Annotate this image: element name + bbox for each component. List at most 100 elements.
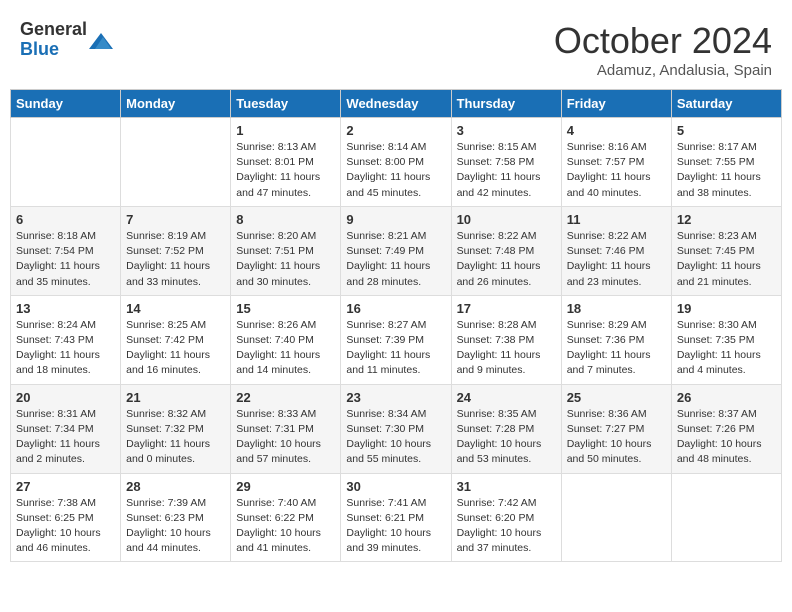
day-number: 1 xyxy=(236,123,335,138)
day-info: Sunrise: 8:14 AM Sunset: 8:00 PM Dayligh… xyxy=(346,140,445,201)
day-of-week-header: Monday xyxy=(121,90,231,118)
day-info: Sunrise: 7:42 AM Sunset: 6:20 PM Dayligh… xyxy=(457,496,556,557)
calendar-cell: 28Sunrise: 7:39 AM Sunset: 6:23 PM Dayli… xyxy=(121,473,231,562)
day-number: 18 xyxy=(567,301,666,316)
calendar-cell xyxy=(671,473,781,562)
calendar-cell: 8 Sunrise: 8:20 AM Sunset: 7:51 PM Daylig… xyxy=(231,206,341,295)
title-block: October 2024 Adamuz, Andalusia, Spain xyxy=(554,20,772,79)
calendar-week-row: 6Sunrise: 8:18 AM Sunset: 7:54 PM Daylig… xyxy=(11,206,782,295)
day-number: 22 xyxy=(236,390,335,405)
day-number: 15 xyxy=(236,301,335,316)
logo-blue-text: Blue xyxy=(20,40,87,60)
day-number: 27 xyxy=(16,479,115,494)
calendar-week-row: 13 Sunrise: 8:24 AM Sunset: 7:43 PM Dayli… xyxy=(11,295,782,384)
calendar-cell: 2 Sunrise: 8:14 AM Sunset: 8:00 PM Daylig… xyxy=(341,118,451,207)
day-info: Sunrise: 7:40 AM Sunset: 6:22 PM Dayligh… xyxy=(236,496,335,557)
day-number: 29 xyxy=(236,479,335,494)
calendar-cell: 17 Sunrise: 8:28 AM Sunset: 7:38 PM Dayli… xyxy=(451,295,561,384)
day-number: 11 xyxy=(567,212,666,227)
calendar-table: SundayMondayTuesdayWednesdayThursdayFrid… xyxy=(10,89,782,562)
calendar-cell: 19Sunrise: 8:30 AM Sunset: 7:35 PM Dayli… xyxy=(671,295,781,384)
calendar-cell: 18Sunrise: 8:29 AM Sunset: 7:36 PM Dayli… xyxy=(561,295,671,384)
logo-icon xyxy=(89,29,113,53)
day-info: Sunrise: 8:23 AM Sunset: 7:45 PM Dayligh… xyxy=(677,229,776,290)
calendar-cell: 31 Sunrise: 7:42 AM Sunset: 6:20 PM Dayli… xyxy=(451,473,561,562)
calendar-cell: 24 Sunrise: 8:35 AM Sunset: 7:28 PM Dayli… xyxy=(451,384,561,473)
day-number: 26 xyxy=(677,390,776,405)
calendar-cell: 29 Sunrise: 7:40 AM Sunset: 6:22 PM Dayli… xyxy=(231,473,341,562)
day-number: 16 xyxy=(346,301,445,316)
calendar-week-row: 27 Sunrise: 7:38 AM Sunset: 6:25 PM Dayli… xyxy=(11,473,782,562)
day-number: 17 xyxy=(457,301,556,316)
calendar-cell: 10Sunrise: 8:22 AM Sunset: 7:48 PM Dayli… xyxy=(451,206,561,295)
day-of-week-header: Saturday xyxy=(671,90,781,118)
day-number: 2 xyxy=(346,123,445,138)
day-info: Sunrise: 8:22 AM Sunset: 7:46 PM Dayligh… xyxy=(567,229,666,290)
day-info: Sunrise: 8:26 AM Sunset: 7:40 PM Dayligh… xyxy=(236,318,335,379)
calendar-cell: 4 Sunrise: 8:16 AM Sunset: 7:57 PM Daylig… xyxy=(561,118,671,207)
day-number: 13 xyxy=(16,301,115,316)
day-info: Sunrise: 8:28 AM Sunset: 7:38 PM Dayligh… xyxy=(457,318,556,379)
day-info: Sunrise: 7:38 AM Sunset: 6:25 PM Dayligh… xyxy=(16,496,115,557)
day-info: Sunrise: 8:31 AM Sunset: 7:34 PM Dayligh… xyxy=(16,407,115,468)
day-of-week-header: Thursday xyxy=(451,90,561,118)
day-number: 8 xyxy=(236,212,335,227)
day-number: 31 xyxy=(457,479,556,494)
calendar-cell: 6Sunrise: 8:18 AM Sunset: 7:54 PM Daylig… xyxy=(11,206,121,295)
day-number: 23 xyxy=(346,390,445,405)
calendar-cell: 16 Sunrise: 8:27 AM Sunset: 7:39 PM Dayli… xyxy=(341,295,451,384)
calendar-week-row: 1 Sunrise: 8:13 AM Sunset: 8:01 PM Daylig… xyxy=(11,118,782,207)
day-number: 25 xyxy=(567,390,666,405)
calendar-cell: 25 Sunrise: 8:36 AM Sunset: 7:27 PM Dayli… xyxy=(561,384,671,473)
calendar-cell: 3Sunrise: 8:15 AM Sunset: 7:58 PM Daylig… xyxy=(451,118,561,207)
calendar-cell: 5Sunrise: 8:17 AM Sunset: 7:55 PM Daylig… xyxy=(671,118,781,207)
day-of-week-header: Sunday xyxy=(11,90,121,118)
day-info: Sunrise: 8:21 AM Sunset: 7:49 PM Dayligh… xyxy=(346,229,445,290)
month-title: October 2024 xyxy=(554,20,772,62)
location-subtitle: Adamuz, Andalusia, Spain xyxy=(554,62,772,79)
day-number: 10 xyxy=(457,212,556,227)
calendar-cell: 20 Sunrise: 8:31 AM Sunset: 7:34 PM Dayli… xyxy=(11,384,121,473)
calendar-cell: 21Sunrise: 8:32 AM Sunset: 7:32 PM Dayli… xyxy=(121,384,231,473)
calendar-cell: 14 Sunrise: 8:25 AM Sunset: 7:42 PM Dayli… xyxy=(121,295,231,384)
day-number: 24 xyxy=(457,390,556,405)
day-info: Sunrise: 8:33 AM Sunset: 7:31 PM Dayligh… xyxy=(236,407,335,468)
logo: General Blue xyxy=(20,20,113,60)
day-info: Sunrise: 7:39 AM Sunset: 6:23 PM Dayligh… xyxy=(126,496,225,557)
day-number: 20 xyxy=(16,390,115,405)
calendar-cell: 30Sunrise: 7:41 AM Sunset: 6:21 PM Dayli… xyxy=(341,473,451,562)
calendar-cell: 11 Sunrise: 8:22 AM Sunset: 7:46 PM Dayli… xyxy=(561,206,671,295)
day-info: Sunrise: 8:20 AM Sunset: 7:51 PM Dayligh… xyxy=(236,229,335,290)
day-info: Sunrise: 8:16 AM Sunset: 7:57 PM Dayligh… xyxy=(567,140,666,201)
day-info: Sunrise: 8:13 AM Sunset: 8:01 PM Dayligh… xyxy=(236,140,335,201)
calendar-week-row: 20 Sunrise: 8:31 AM Sunset: 7:34 PM Dayli… xyxy=(11,384,782,473)
day-of-week-header: Tuesday xyxy=(231,90,341,118)
calendar-cell xyxy=(561,473,671,562)
day-info: Sunrise: 8:35 AM Sunset: 7:28 PM Dayligh… xyxy=(457,407,556,468)
page-header: General Blue October 2024 Adamuz, Andalu… xyxy=(10,10,782,84)
calendar-cell: 12Sunrise: 8:23 AM Sunset: 7:45 PM Dayli… xyxy=(671,206,781,295)
calendar-cell xyxy=(121,118,231,207)
calendar-cell: 1 Sunrise: 8:13 AM Sunset: 8:01 PM Daylig… xyxy=(231,118,341,207)
day-info: Sunrise: 8:37 AM Sunset: 7:26 PM Dayligh… xyxy=(677,407,776,468)
day-of-week-header: Wednesday xyxy=(341,90,451,118)
day-info: Sunrise: 8:36 AM Sunset: 7:27 PM Dayligh… xyxy=(567,407,666,468)
day-number: 19 xyxy=(677,301,776,316)
calendar-cell: 15 Sunrise: 8:26 AM Sunset: 7:40 PM Dayli… xyxy=(231,295,341,384)
calendar-cell: 23 Sunrise: 8:34 AM Sunset: 7:30 PM Dayli… xyxy=(341,384,451,473)
day-info: Sunrise: 8:25 AM Sunset: 7:42 PM Dayligh… xyxy=(126,318,225,379)
day-info: Sunrise: 8:34 AM Sunset: 7:30 PM Dayligh… xyxy=(346,407,445,468)
logo-general-text: General xyxy=(20,20,87,40)
calendar-header-row: SundayMondayTuesdayWednesdayThursdayFrid… xyxy=(11,90,782,118)
day-number: 4 xyxy=(567,123,666,138)
day-info: Sunrise: 8:24 AM Sunset: 7:43 PM Dayligh… xyxy=(16,318,115,379)
day-info: Sunrise: 8:27 AM Sunset: 7:39 PM Dayligh… xyxy=(346,318,445,379)
day-number: 30 xyxy=(346,479,445,494)
day-number: 14 xyxy=(126,301,225,316)
calendar-cell: 7Sunrise: 8:19 AM Sunset: 7:52 PM Daylig… xyxy=(121,206,231,295)
day-info: Sunrise: 8:18 AM Sunset: 7:54 PM Dayligh… xyxy=(16,229,115,290)
calendar-cell: 26 Sunrise: 8:37 AM Sunset: 7:26 PM Dayli… xyxy=(671,384,781,473)
day-number: 3 xyxy=(457,123,556,138)
calendar-cell: 13 Sunrise: 8:24 AM Sunset: 7:43 PM Dayli… xyxy=(11,295,121,384)
day-of-week-header: Friday xyxy=(561,90,671,118)
